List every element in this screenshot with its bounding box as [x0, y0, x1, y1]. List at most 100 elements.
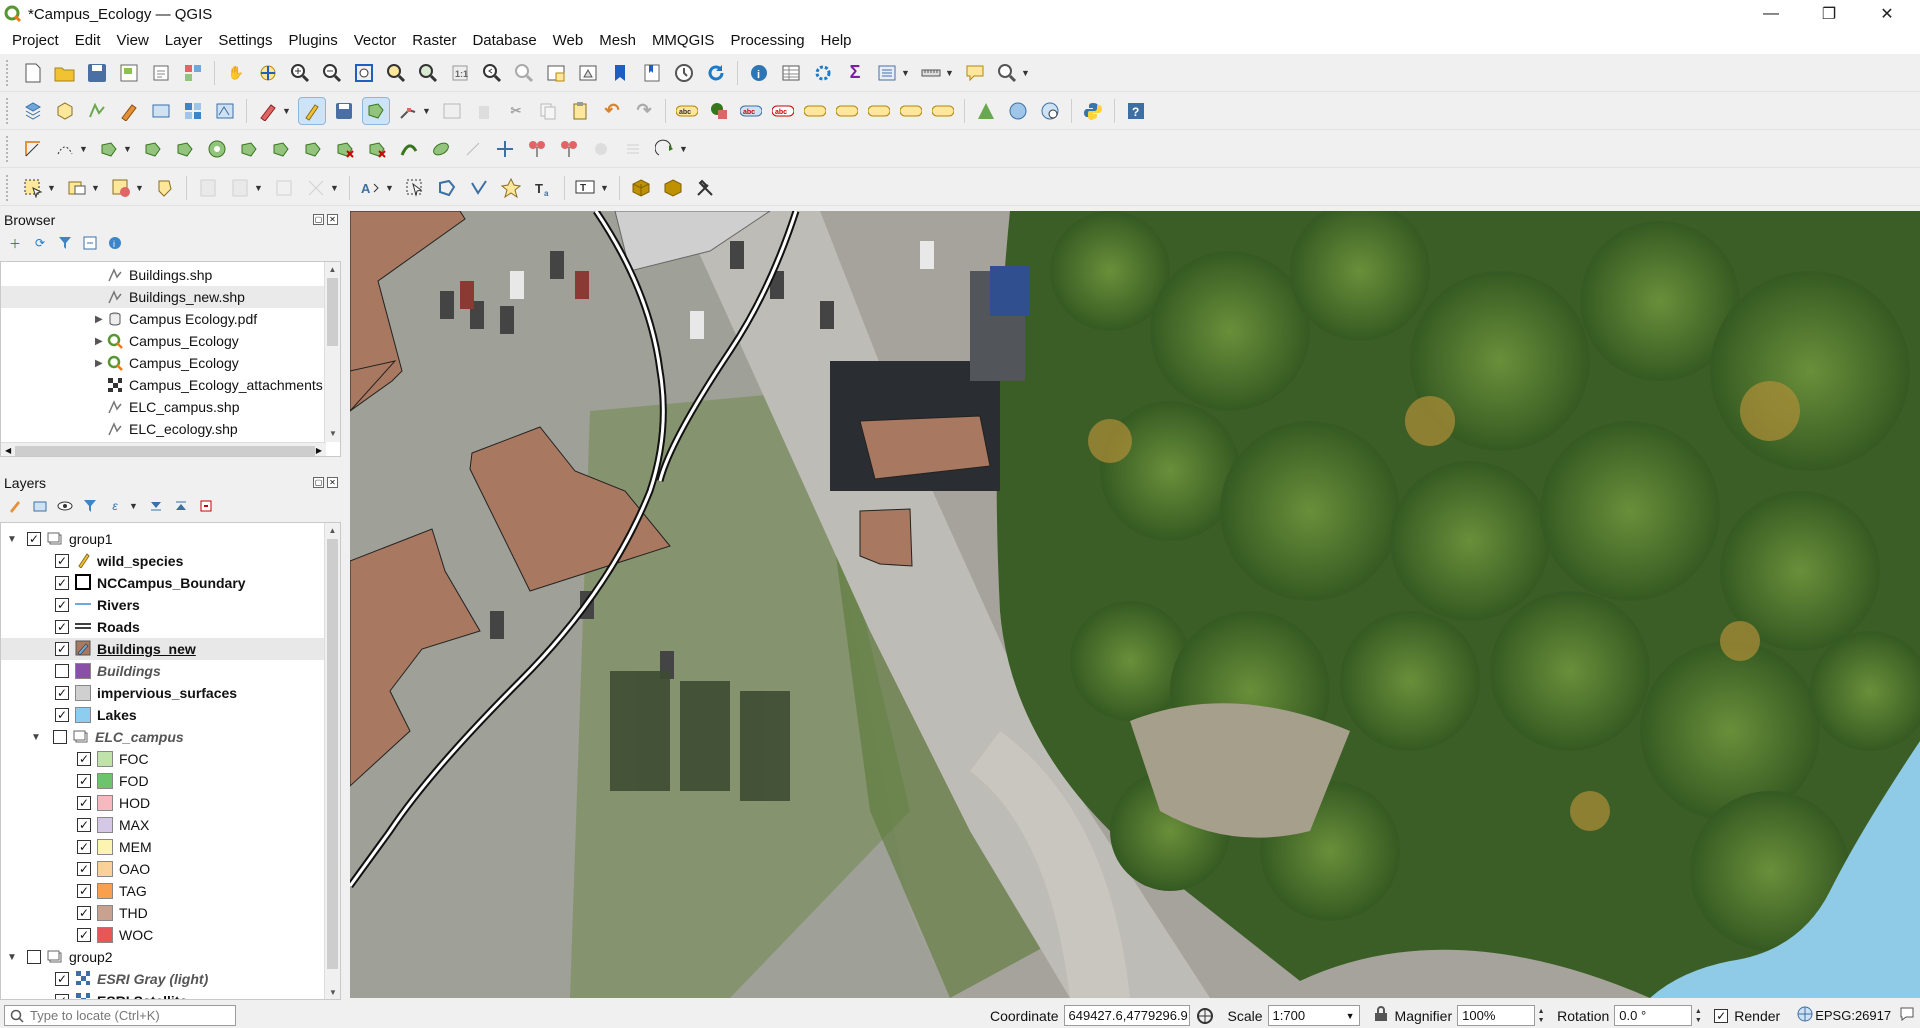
- add-polygon-feature-icon[interactable]: [362, 96, 390, 125]
- paste-features-icon[interactable]: [567, 98, 593, 124]
- statistical-summary-icon[interactable]: Σ: [842, 60, 868, 86]
- menu-edit[interactable]: Edit: [67, 28, 109, 54]
- shape-digitizing-icon[interactable]: [52, 136, 78, 162]
- reshape-features-icon[interactable]: [364, 136, 390, 162]
- data-source-manager-icon[interactable]: [20, 98, 46, 124]
- zoom-in-icon[interactable]: [287, 60, 313, 86]
- layer-row[interactable]: ✓ Roads: [1, 616, 340, 638]
- select-features-icon[interactable]: [20, 175, 46, 201]
- scroll-down-icon[interactable]: ▼: [325, 426, 340, 442]
- add-vector-layer-icon[interactable]: [212, 98, 238, 124]
- add-group-icon[interactable]: [31, 497, 49, 515]
- layer-visibility-checkbox[interactable]: [53, 730, 67, 744]
- layer-visibility-checkbox[interactable]: ✓: [55, 686, 69, 700]
- open-attribute-table-icon[interactable]: [778, 60, 804, 86]
- layer-row[interactable]: ✓ ESRI Satellite: [1, 990, 340, 999]
- magnifier-field[interactable]: 100%: [1457, 1005, 1536, 1026]
- layer-visibility-checkbox[interactable]: ✓: [55, 972, 69, 986]
- close-panel-icon[interactable]: ✕: [327, 477, 338, 488]
- pin-labels-icon[interactable]: [706, 98, 732, 124]
- collapse-arrow-icon[interactable]: ▼: [5, 952, 19, 963]
- layer-row[interactable]: ✓ FOC: [1, 748, 340, 770]
- mmqgis-merge-icon[interactable]: [660, 175, 686, 201]
- move-label-icon[interactable]: [802, 98, 828, 124]
- show-bookmarks-icon[interactable]: [639, 60, 665, 86]
- scroll-left-icon[interactable]: ◀: [5, 443, 11, 456]
- pan-map-icon[interactable]: ✋: [223, 60, 249, 86]
- float-panel-icon[interactable]: ▢: [313, 214, 324, 225]
- create-marker-annotation-icon[interactable]: [498, 175, 524, 201]
- menu-raster[interactable]: Raster: [404, 28, 464, 54]
- zoom-out-icon[interactable]: [319, 60, 345, 86]
- layer-visibility-checkbox[interactable]: ✓: [77, 796, 91, 810]
- remove-layer-icon[interactable]: [197, 497, 215, 515]
- mmqgis-geocode-icon[interactable]: [628, 175, 654, 201]
- new-bookmark-icon[interactable]: [607, 60, 633, 86]
- add-selected-layers-icon[interactable]: ＋: [6, 234, 24, 252]
- layer-visibility-checkbox[interactable]: ✓: [27, 532, 41, 546]
- layer-visibility-checkbox[interactable]: ✓: [77, 752, 91, 766]
- help-contents-icon[interactable]: ?: [1123, 98, 1149, 124]
- save-project-icon[interactable]: [84, 60, 110, 86]
- new-scratch-layer-icon[interactable]: [116, 98, 142, 124]
- locator-search-icon[interactable]: [994, 60, 1020, 86]
- text-annotation-menu-icon[interactable]: T: [573, 175, 599, 201]
- expand-arrow-icon[interactable]: ▶: [95, 336, 107, 347]
- coordinate-field[interactable]: 649427.6,4779296.9: [1063, 1005, 1190, 1026]
- collapse-all-icon[interactable]: [81, 234, 99, 252]
- lock-scale-icon[interactable]: [1374, 1006, 1390, 1025]
- chevron-down-icon[interactable]: ▼: [1346, 1011, 1355, 1021]
- dropdown-arrow-icon[interactable]: ▼: [123, 144, 133, 154]
- zoom-native-icon[interactable]: 1:1: [447, 60, 473, 86]
- layer-visibility-checkbox[interactable]: ✓: [55, 554, 69, 568]
- zoom-full-icon[interactable]: [351, 60, 377, 86]
- undo-icon[interactable]: ↶: [599, 98, 625, 124]
- advanced-digitizing-icon[interactable]: [20, 136, 46, 162]
- fill-ring-icon[interactable]: [268, 136, 294, 162]
- layer-row[interactable]: ▼ ✓ group1: [1, 528, 340, 550]
- enable-properties-icon[interactable]: i: [106, 234, 124, 252]
- pan-to-selection-icon[interactable]: [255, 60, 281, 86]
- layer-row[interactable]: ✓ WOC: [1, 924, 340, 946]
- layer-row[interactable]: ✓ TAG: [1, 880, 340, 902]
- filter-browser-icon[interactable]: [56, 234, 74, 252]
- cut-features-icon[interactable]: ✂: [503, 98, 529, 124]
- toolbox-icon[interactable]: [810, 60, 836, 86]
- python-console-icon[interactable]: [1080, 98, 1106, 124]
- browser-item[interactable]: ▶ Campus Ecology.pdf: [1, 308, 340, 330]
- temporal-controller-icon[interactable]: [671, 60, 697, 86]
- close-button[interactable]: ✕: [1858, 0, 1916, 28]
- style-manager-icon[interactable]: [180, 60, 206, 86]
- layer-row[interactable]: ✓ FOD: [1, 770, 340, 792]
- layer-row[interactable]: ✓ Lakes: [1, 704, 340, 726]
- browser-vertical-scrollbar[interactable]: ▲ ▼: [324, 262, 340, 442]
- layer-row[interactable]: ✓ NCCampus_Boundary: [1, 572, 340, 594]
- menu-view[interactable]: View: [109, 28, 157, 54]
- style-layer-icon[interactable]: [6, 497, 24, 515]
- change-label-icon[interactable]: [866, 98, 892, 124]
- dropdown-arrow-icon[interactable]: ▼: [47, 183, 57, 193]
- browser-item[interactable]: Buildings.shp: [1, 264, 340, 286]
- toggle-editing-icon[interactable]: [298, 96, 326, 125]
- expand-arrow-icon[interactable]: ▶: [95, 358, 107, 369]
- refresh-icon[interactable]: ⟳: [31, 234, 49, 252]
- layer-row[interactable]: ✓ ESRI Gray (light): [1, 968, 340, 990]
- toolbar-grip[interactable]: [6, 174, 11, 201]
- layer-visibility-checkbox[interactable]: ✓: [55, 642, 69, 656]
- layer-row[interactable]: ✓ HOD: [1, 792, 340, 814]
- modify-attributes-icon[interactable]: [439, 98, 465, 124]
- dropdown-arrow-icon[interactable]: ▼: [600, 183, 610, 193]
- collapse-arrow-icon[interactable]: ▼: [29, 732, 43, 743]
- manage-themes-icon[interactable]: [56, 497, 74, 515]
- merge-features-icon[interactable]: [556, 136, 582, 162]
- menu-web[interactable]: Web: [545, 28, 592, 54]
- layer-row[interactable]: ✓ OAO: [1, 858, 340, 880]
- simplify-feature-icon[interactable]: [172, 136, 198, 162]
- add-part-icon[interactable]: [236, 136, 262, 162]
- dropdown-arrow-icon[interactable]: ▼: [422, 106, 432, 116]
- rotate-point-symbols-icon[interactable]: [620, 136, 646, 162]
- browser-item[interactable]: Buildings_new.shp: [1, 286, 340, 308]
- conditional-formatting-icon[interactable]: [227, 175, 253, 201]
- crs-button[interactable]: EPSG:26917: [1815, 1008, 1891, 1023]
- new-print-layout-icon[interactable]: [116, 60, 142, 86]
